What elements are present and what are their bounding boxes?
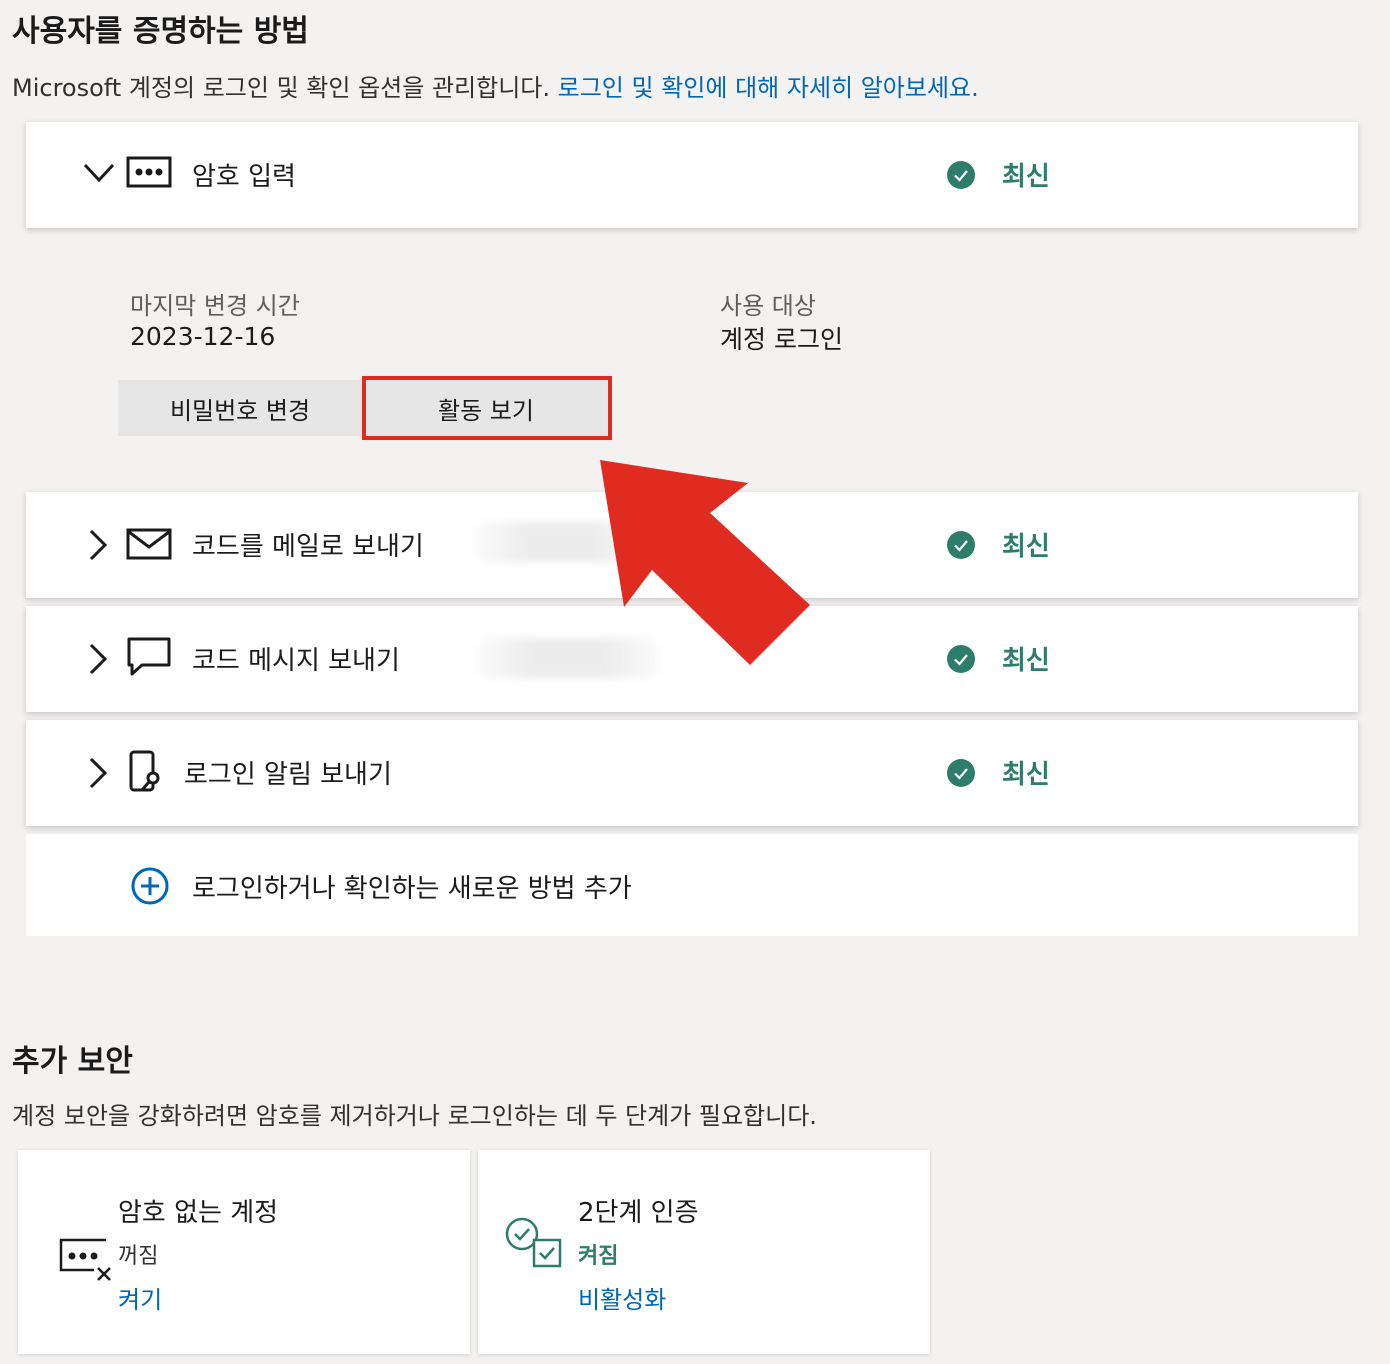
feature-state: 꺼짐: [118, 1244, 159, 1269]
chevron-right-icon[interactable]: [88, 756, 108, 790]
check-circle-icon: [947, 531, 975, 559]
chat-bubble-icon: [127, 637, 171, 676]
page-description: Microsoft 계정의 로그인 및 확인 옵션을 관리합니다. 로그인 및 …: [12, 68, 979, 103]
passwordless-card: 암호 없는 계정 꺼짐 켜기: [18, 1150, 470, 1354]
method-row-password[interactable]: 암호 입력 최신: [26, 122, 1358, 228]
disable-link[interactable]: 비활성화: [578, 1280, 666, 1315]
last-changed-label: 마지막 변경 시간: [130, 292, 300, 320]
method-label: 암호 입력: [192, 162, 296, 192]
check-circle-icon: [947, 645, 975, 673]
method-row-notification[interactable]: 로그인 알림 보내기 최신: [26, 720, 1358, 826]
chevron-right-icon[interactable]: [88, 642, 108, 676]
chevron-right-icon[interactable]: [88, 528, 108, 562]
status-text: 최신: [1002, 760, 1050, 790]
used-for-value: 계정 로그인: [720, 325, 843, 354]
password-details-panel: 마지막 변경 시간 2023-12-16 사용 대상 계정 로그인 비밀번호 변…: [26, 240, 1358, 486]
change-password-button[interactable]: 비밀번호 변경: [118, 380, 362, 436]
method-label: 코드 메시지 보내기: [192, 646, 400, 676]
method-label: 코드를 메일로 보내기: [192, 532, 424, 562]
status-text: 최신: [1002, 532, 1050, 562]
two-step-verification-icon: [505, 1217, 562, 1268]
feature-state: 켜짐: [578, 1244, 619, 1269]
two-step-card: 2단계 인증 켜짐 비활성화: [478, 1150, 930, 1354]
check-circle-icon: [947, 161, 975, 189]
additional-security-description: 계정 보안을 강화하려면 암호를 제거하거나 로그인하는 데 두 단계가 필요합…: [12, 1102, 817, 1130]
feature-title: 암호 없는 계정: [118, 1198, 279, 1228]
add-method-link[interactable]: 로그인하거나 확인하는 새로운 방법 추가: [192, 868, 632, 905]
red-arrow-annotation: [600, 460, 810, 665]
chevron-down-icon[interactable]: [82, 162, 116, 184]
method-label: 로그인 알림 보내기: [184, 760, 392, 790]
last-changed-value: 2023-12-16: [130, 322, 276, 351]
learn-more-link[interactable]: 로그인 및 확인에 대해 자세히 알아보세요.: [558, 74, 979, 102]
phone-key-icon: [129, 750, 160, 792]
view-activity-button[interactable]: 활동 보기: [364, 380, 608, 436]
page-title: 사용자를 증명하는 방법: [12, 14, 309, 49]
status-text: 최신: [1002, 646, 1050, 676]
check-circle-icon: [947, 759, 975, 787]
additional-security-title: 추가 보안: [12, 1044, 133, 1079]
description-text: Microsoft 계정의 로그인 및 확인 옵션을 관리합니다.: [12, 74, 550, 102]
used-for-label: 사용 대상: [720, 292, 816, 320]
add-method-row[interactable]: 로그인하거나 확인하는 새로운 방법 추가: [26, 834, 1358, 936]
mail-icon: [126, 528, 172, 560]
add-circle-icon[interactable]: [130, 866, 170, 906]
turn-on-link[interactable]: 켜기: [118, 1280, 162, 1315]
password-off-icon: [59, 1238, 111, 1281]
status-text: 최신: [1002, 162, 1050, 192]
password-dots-icon: [126, 156, 172, 188]
feature-title: 2단계 인증: [578, 1198, 699, 1228]
